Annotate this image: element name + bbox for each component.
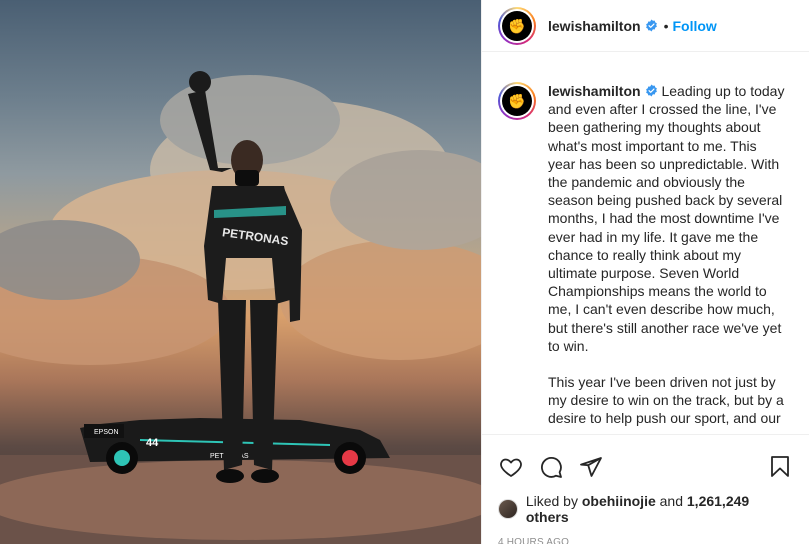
verified-icon bbox=[645, 84, 657, 97]
like-button[interactable] bbox=[498, 454, 524, 480]
caption-scroll-area[interactable]: ✊ lewishamilton Leading up to today and … bbox=[482, 66, 809, 434]
likes-summary: Liked by obehiinojie and 1,261,249 other… bbox=[482, 487, 809, 525]
liked-by-prefix: Liked by bbox=[525, 493, 578, 509]
avatar[interactable]: ✊ bbox=[498, 6, 536, 45]
post-panel: ✊ lewishamilton • Follow ✊ lewishamilton… bbox=[481, 0, 809, 544]
bookmark-icon bbox=[771, 456, 789, 477]
heart-icon bbox=[500, 458, 522, 477]
share-button[interactable] bbox=[578, 454, 604, 480]
caption-text: lewishamilton Leading up to today and ev… bbox=[548, 82, 786, 428]
raised-fist-icon: ✊ bbox=[502, 10, 532, 41]
caption: ✊ lewishamilton Leading up to today and … bbox=[498, 82, 787, 428]
follow-button[interactable]: Follow bbox=[672, 18, 716, 34]
header-username[interactable]: lewishamilton bbox=[548, 18, 641, 34]
caption-paragraph-2: This year I've been driven not just by m… bbox=[548, 374, 784, 427]
liker-avatar[interactable] bbox=[498, 499, 518, 519]
car-number: 44 bbox=[146, 437, 159, 449]
raised-fist-icon: ✊ bbox=[502, 86, 532, 116]
caption-avatar[interactable]: ✊ bbox=[498, 82, 536, 120]
car-text-left: EPSON bbox=[94, 429, 119, 436]
caption-paragraph-1: Leading up to today and even after I cro… bbox=[548, 83, 785, 354]
comment-icon bbox=[541, 456, 562, 478]
share-icon bbox=[580, 457, 602, 477]
post-header: ✊ lewishamilton • Follow bbox=[482, 0, 809, 52]
action-icons bbox=[482, 435, 809, 487]
comment-button[interactable] bbox=[538, 454, 564, 480]
liker-username[interactable]: obehiinojie bbox=[582, 493, 656, 509]
actions-section: Liked by obehiinojie and 1,261,249 other… bbox=[482, 434, 809, 544]
separator-dot: • bbox=[663, 17, 669, 34]
verified-icon bbox=[645, 19, 657, 32]
photo-illustration: EPSON 44 PETRONAS PETRONAS bbox=[0, 71, 481, 544]
likes-and: and bbox=[659, 493, 683, 509]
caption-username[interactable]: lewishamilton bbox=[548, 83, 641, 99]
post-timestamp[interactable]: 4 HOURS AGO bbox=[482, 525, 809, 544]
post-photo[interactable]: EPSON 44 PETRONAS PETRONAS bbox=[0, 0, 481, 544]
save-button[interactable] bbox=[767, 454, 793, 480]
